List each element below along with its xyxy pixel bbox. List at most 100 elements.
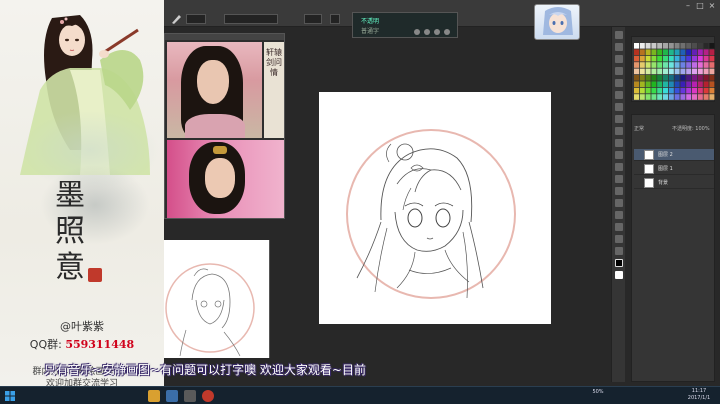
swatch[interactable] (639, 87, 645, 94)
swatch[interactable] (668, 94, 674, 100)
swatch[interactable] (668, 55, 674, 62)
swatch[interactable] (686, 68, 692, 75)
swatch[interactable] (692, 55, 697, 62)
history-brush-icon[interactable] (614, 127, 623, 135)
swatch[interactable] (686, 55, 692, 62)
swatch[interactable] (645, 94, 651, 100)
blend-mode-select[interactable]: 正常 (634, 125, 644, 132)
swatch[interactable] (674, 87, 680, 94)
swatch[interactable] (709, 68, 715, 75)
reference-window[interactable]: 轩辕剑问情 (164, 33, 285, 219)
swatch[interactable] (634, 43, 639, 49)
swatch[interactable] (668, 43, 674, 49)
swatch[interactable] (663, 81, 668, 87)
swatch[interactable] (680, 62, 686, 68)
swatch[interactable] (645, 49, 651, 55)
swatch[interactable] (692, 75, 697, 81)
swatch[interactable] (634, 94, 639, 100)
dodge-tool-icon[interactable] (614, 175, 623, 183)
swatch[interactable] (674, 68, 680, 75)
swatch[interactable] (692, 94, 697, 100)
swatch[interactable] (668, 87, 674, 94)
swatch[interactable] (686, 94, 692, 100)
swatch[interactable] (692, 68, 697, 75)
swatch[interactable] (680, 87, 686, 94)
pen-tool-icon[interactable] (614, 187, 623, 195)
lasso-tool-icon[interactable] (614, 55, 623, 63)
swatch[interactable] (697, 87, 703, 94)
app-taskbar-icon[interactable] (202, 390, 214, 402)
swatch[interactable] (680, 68, 686, 75)
swatch[interactable] (634, 55, 639, 62)
layer-row[interactable]: 图层 2 (634, 149, 714, 161)
swatch[interactable] (692, 43, 697, 49)
swatch[interactable] (645, 87, 651, 94)
swatch[interactable] (692, 62, 697, 68)
swatch[interactable] (697, 75, 703, 81)
swatch[interactable] (663, 68, 668, 75)
path-select-icon[interactable] (614, 211, 623, 219)
type-tool-icon[interactable] (614, 199, 623, 207)
swatch[interactable] (697, 94, 703, 100)
system-clock[interactable]: 11:17 2017/1/1 (684, 388, 714, 402)
crop-tool-icon[interactable] (614, 67, 623, 75)
shape-tool-icon[interactable] (614, 223, 623, 231)
swatch[interactable] (674, 94, 680, 100)
swatch[interactable] (709, 87, 715, 94)
swatch[interactable] (674, 81, 680, 87)
swatch[interactable] (686, 75, 692, 81)
swatch[interactable] (639, 94, 645, 100)
swatch[interactable] (645, 55, 651, 62)
swatch[interactable] (697, 55, 703, 62)
swatch[interactable] (663, 94, 668, 100)
blur-tool-icon[interactable] (614, 163, 623, 171)
maximize-icon[interactable]: □ (694, 1, 706, 10)
swatch[interactable] (639, 49, 645, 55)
stamp-tool-icon[interactable] (614, 115, 623, 123)
swatch[interactable] (680, 43, 686, 49)
swatch[interactable] (634, 68, 639, 75)
swatch[interactable] (680, 55, 686, 62)
swatch[interactable] (680, 75, 686, 81)
swatch[interactable] (709, 49, 715, 55)
layer-row[interactable]: 背景 (634, 177, 714, 189)
swatch[interactable] (703, 75, 709, 81)
swatch[interactable] (657, 49, 663, 55)
zoom-tool-icon[interactable] (614, 247, 623, 255)
swatch[interactable] (703, 94, 709, 100)
swatch[interactable] (668, 62, 674, 68)
swatch[interactable] (663, 55, 668, 62)
swatch[interactable] (703, 49, 709, 55)
swatch[interactable] (686, 62, 692, 68)
swatch[interactable] (651, 75, 657, 81)
gradient-tool-icon[interactable] (614, 151, 623, 159)
drawing-canvas[interactable] (319, 92, 551, 324)
background-color-icon[interactable] (614, 271, 623, 279)
brush-size-field[interactable] (186, 14, 206, 24)
brush-tool-icon[interactable] (170, 13, 182, 25)
swatch[interactable] (703, 55, 709, 62)
swatch[interactable] (674, 43, 680, 49)
reference-window-titlebar[interactable] (165, 34, 284, 40)
swatch[interactable] (692, 87, 697, 94)
swatch[interactable] (703, 81, 709, 87)
swatch[interactable] (657, 87, 663, 94)
windows-start-icon[interactable] (4, 390, 16, 402)
swatch[interactable] (657, 81, 663, 87)
swatch[interactable] (639, 62, 645, 68)
swatch[interactable] (674, 55, 680, 62)
swatch[interactable] (663, 49, 668, 55)
swatch[interactable] (686, 87, 692, 94)
swatch[interactable] (639, 81, 645, 87)
close-icon[interactable]: × (706, 1, 718, 10)
swatch[interactable] (657, 43, 663, 49)
swatch[interactable] (709, 81, 715, 87)
swatch[interactable] (651, 49, 657, 55)
swatch[interactable] (686, 43, 692, 49)
swatch[interactable] (703, 62, 709, 68)
swatch[interactable] (697, 81, 703, 87)
layer-opacity[interactable]: 不透明度: 100% (672, 125, 710, 132)
swatch[interactable] (674, 62, 680, 68)
marquee-tool-icon[interactable] (614, 43, 623, 51)
swatch[interactable] (697, 43, 703, 49)
